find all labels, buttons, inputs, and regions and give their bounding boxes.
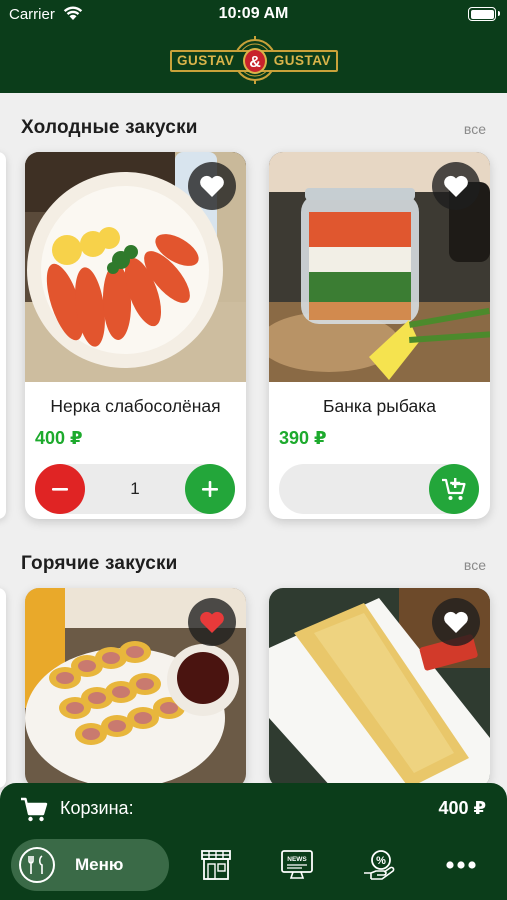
- app-header: Carrier 10:09 AM GUSTAV & GUSTAV: [0, 0, 507, 93]
- brand-logo: GUSTAV & GUSTAV: [170, 30, 338, 88]
- minus-icon: [52, 488, 68, 491]
- product-price: 400 ₽: [35, 428, 83, 448]
- section-title-hot: Горячие закуски: [21, 553, 178, 574]
- svg-text:%: %: [376, 855, 386, 867]
- decrease-button[interactable]: [35, 464, 85, 514]
- heart-icon: [200, 611, 224, 633]
- battery-icon: [468, 7, 500, 21]
- cart-icon: [21, 797, 48, 822]
- svg-text:NEWS: NEWS: [287, 856, 307, 863]
- clock: 10:09 AM: [218, 5, 289, 22]
- favorite-button[interactable]: [432, 598, 480, 646]
- more-icon: [446, 861, 476, 869]
- favorite-button[interactable]: [432, 162, 480, 210]
- product-card[interactable]: [25, 588, 246, 788]
- heart-icon: [200, 175, 224, 197]
- tab-news[interactable]: NEWS: [280, 849, 314, 881]
- see-all-hot-link[interactable]: все: [464, 557, 486, 573]
- discount-icon: %: [364, 850, 395, 880]
- restaurant-icon: [201, 850, 231, 880]
- quantity-value: 1: [130, 479, 140, 498]
- add-to-cart-button[interactable]: [429, 464, 479, 514]
- plus-icon: [202, 481, 218, 497]
- logo-ampersand: &: [243, 48, 267, 74]
- favorite-button[interactable]: [188, 598, 236, 646]
- status-bar: Carrier 10:09 AM: [0, 0, 507, 28]
- news-icon: NEWS: [281, 850, 313, 879]
- cart-total: 400 ₽: [438, 798, 486, 818]
- increase-button[interactable]: [185, 464, 235, 514]
- tab-discounts[interactable]: %: [362, 849, 396, 881]
- product-card[interactable]: Нерка слабосолёная 400 ₽ 1: [25, 152, 246, 519]
- section-title-cold: Холодные закуски: [21, 117, 198, 138]
- tab-menu[interactable]: Меню: [11, 839, 169, 891]
- tab-menu-label: Меню: [75, 855, 124, 874]
- quantity-stepper: 1: [35, 464, 235, 514]
- menu-icon: [19, 847, 55, 883]
- cart-label: Корзина:: [60, 798, 134, 818]
- tab-more[interactable]: [444, 849, 478, 881]
- product-card[interactable]: [269, 588, 490, 788]
- product-card[interactable]: Банка рыбака 390 ₽: [269, 152, 490, 519]
- product-price: 390 ₽: [279, 428, 327, 448]
- logo-word-right: GUSTAV: [273, 53, 331, 68]
- add-to-cart-bar[interactable]: [279, 464, 479, 514]
- bottom-panel: Корзина: 400 ₽ Меню NEWS %: [0, 783, 507, 900]
- cart-summary-bar[interactable]: Корзина: 400 ₽: [0, 783, 507, 835]
- prev-card-edge[interactable]: [0, 588, 6, 788]
- favorite-button[interactable]: [188, 162, 236, 210]
- cart-plus-icon: [442, 478, 466, 500]
- heart-icon: [444, 611, 468, 633]
- product-name: Банка рыбака: [323, 396, 436, 416]
- prev-card-edge[interactable]: [0, 152, 6, 519]
- tab-bar: Меню NEWS %: [0, 839, 507, 895]
- heart-icon: [444, 175, 468, 197]
- tab-restaurant[interactable]: [199, 849, 233, 881]
- product-name: Нерка слабосолёная: [50, 396, 221, 416]
- see-all-cold-link[interactable]: все: [464, 121, 486, 137]
- logo-word-left: GUSTAV: [177, 53, 235, 68]
